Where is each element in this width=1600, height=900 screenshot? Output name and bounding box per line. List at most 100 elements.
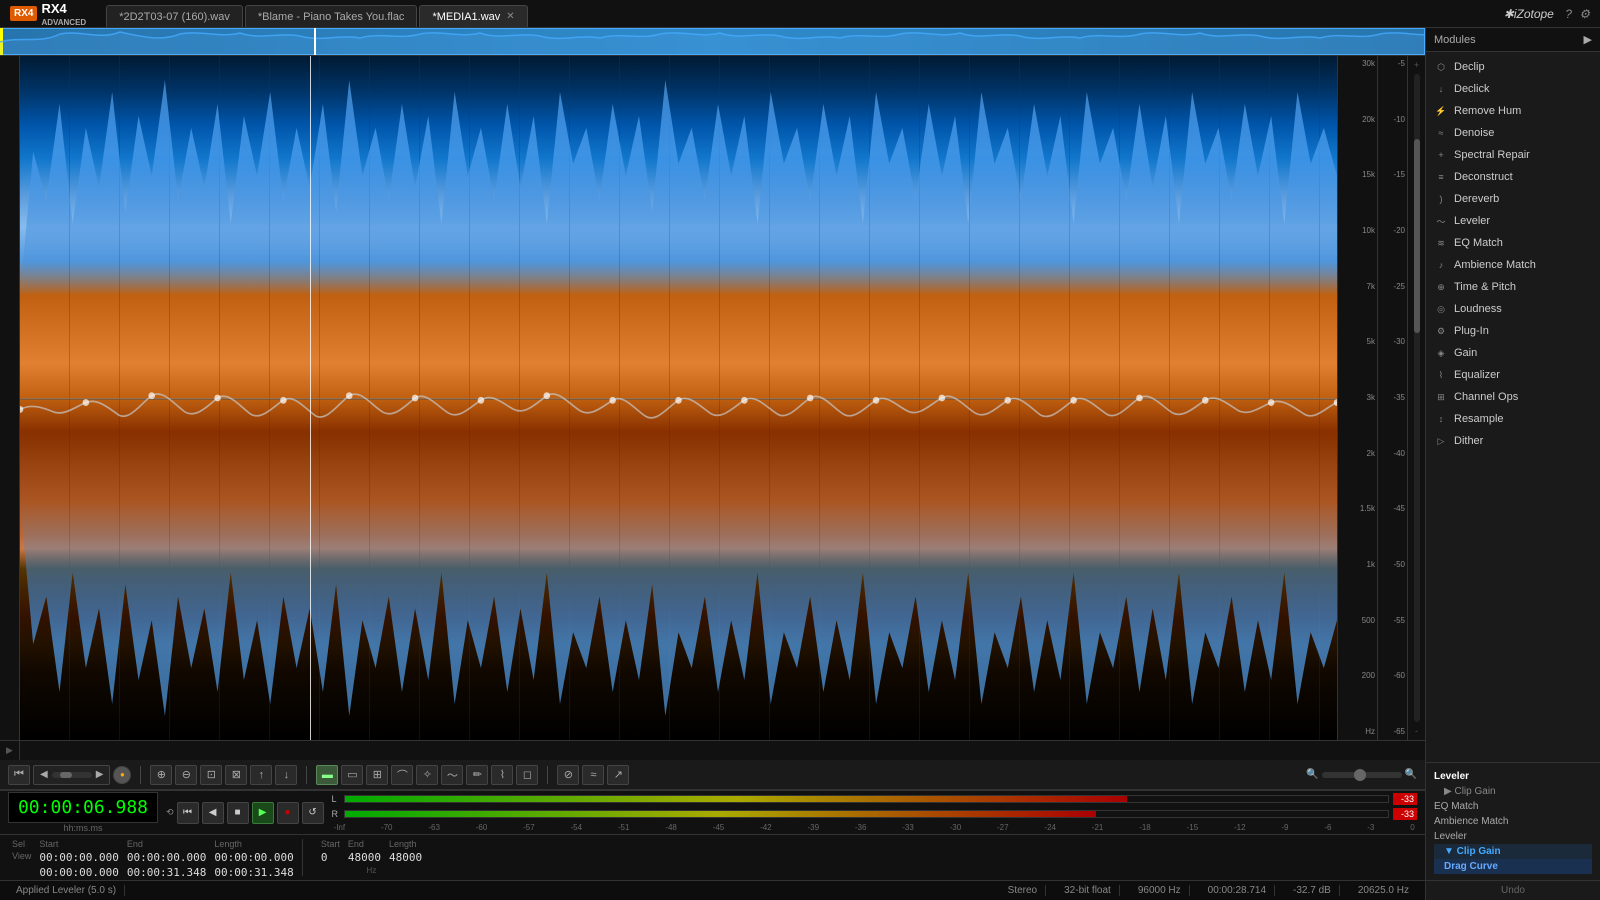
tab-3-close[interactable]: ✕ [506,11,514,22]
zoom-out-freq-toolbar[interactable]: ↓ [275,765,297,785]
spectrogram-main[interactable] [20,56,1337,740]
tabs-container: *2D2T03-07 (160).wav *Blame - Piano Take… [96,0,1600,27]
zoom-sel-btn[interactable]: ⊡ [200,765,222,785]
timeline-start-arrow: ▶ [0,741,20,760]
vu-l-bar [345,796,1128,802]
gain-icon: ◈ [1434,346,1448,360]
waveform-overview[interactable] [0,28,1425,56]
zoom-slider-thumb[interactable] [1354,769,1366,781]
skip-start-btn[interactable]: ⏮ [8,765,30,785]
ambience-match-label: Ambience Match [1454,259,1536,271]
lasso-btn[interactable]: ⌒ [391,765,413,785]
record-btn[interactable]: ● [277,802,299,824]
db-val-11: -55 [1380,617,1405,625]
module-equalizer[interactable]: ⌇ Equalizer [1426,364,1600,386]
zoom-out-freq-btn[interactable]: - [1415,726,1418,736]
settings-icon[interactable]: ⚙ [1579,7,1590,21]
module-loudness[interactable]: ◎ Loudness [1426,298,1600,320]
module-ambience-match[interactable]: ♪ Ambience Match [1426,254,1600,276]
module-channel-ops[interactable]: ⊞ Channel Ops [1426,386,1600,408]
play-btn[interactable]: ▶ [252,802,274,824]
module-eq-match[interactable]: ≋ EQ Match [1426,232,1600,254]
freq-scroll-track[interactable] [1414,74,1420,722]
vu-r-label: R [332,809,340,819]
remove-hum-label: Remove Hum [1454,105,1521,117]
zoom-slider-track[interactable] [1322,772,1402,778]
module-resample[interactable]: ↕ Resample [1426,408,1600,430]
module-leveler[interactable]: 〜 Leveler [1426,210,1600,232]
zoom-all-btn[interactable]: ⊠ [225,765,247,785]
harmonic-btn[interactable]: 〜 [441,765,463,785]
lower-eq-match[interactable]: EQ Match [1434,799,1592,814]
zoom-out-icon[interactable]: 🔍 [1306,769,1318,780]
gain-env-btn[interactable]: ≈ [582,765,604,785]
help-icon[interactable]: ? [1565,7,1572,21]
select-freq-btn[interactable]: ▭ [341,765,363,785]
scroll-bar-area[interactable]: ◀ ▶ [33,765,110,785]
module-dereverb[interactable]: ) Dereverb [1426,188,1600,210]
tab-3[interactable]: *MEDIA1.wav ✕ [419,5,527,27]
stop-btn[interactable]: ■ [227,802,249,824]
loop-btn[interactable]: ↺ [302,802,324,824]
module-declick[interactable]: ↓ Declick [1426,78,1600,100]
select-time-freq-btn[interactable]: ⊞ [366,765,388,785]
fade-btn[interactable]: ⊘ [557,765,579,785]
brush-btn[interactable]: ⌇ [491,765,513,785]
length-label: Length [214,839,293,849]
modules-list: ⬡ Declip ↓ Declick ⚡ Remove Hum ≈ Denois… [1426,52,1600,762]
spectral-repair-icon: + [1434,148,1448,162]
db-val-3: -15 [1380,171,1405,179]
module-gain[interactable]: ◈ Gain [1426,342,1600,364]
transport-buttons: ⟲ ⏮ ◀ ■ ▶ ● ↺ [166,802,324,824]
spectrogram-container[interactable]: 30k 20k 15k 10k 7k 5k 3k 2k 1.5k 1k 500 … [0,56,1425,740]
zoom-in-freq-toolbar[interactable]: ↑ [250,765,272,785]
module-denoise[interactable]: ≈ Denoise [1426,122,1600,144]
modules-expand-icon[interactable]: ▶ [1584,33,1592,46]
start-label: Start [39,839,118,849]
module-declip[interactable]: ⬡ Declip [1426,56,1600,78]
loudness-label: Loudness [1454,303,1502,315]
zoom-in-icon[interactable]: 🔍 [1405,769,1417,780]
h-scroll-track[interactable] [52,772,92,778]
tab-1[interactable]: *2D2T03-07 (160).wav [106,5,243,27]
sel-start-val: 00:00:00.000 [39,851,118,864]
zoom-in-time-btn[interactable]: ⊕ [150,765,172,785]
skip-back-btn[interactable]: ⏮ [177,802,199,824]
lower-clip-gain2[interactable]: ▼ Clip Gain [1434,844,1592,859]
lower-leveler2[interactable]: Leveler [1434,829,1592,844]
module-lower: Leveler ▶ Clip Gain EQ Match Ambience Ma… [1426,762,1600,880]
overview-waveform [0,28,1425,55]
hz-end-col: End 48000 [348,839,381,864]
lower-clip-gain-label: ▶ Clip Gain [1444,786,1496,797]
pencil-btn[interactable]: ✏ [466,765,488,785]
ambience-match-icon: ♪ [1434,258,1448,272]
lower-clip-gain[interactable]: ▶ Clip Gain [1434,784,1592,799]
magic-wand-btn[interactable]: ✧ [416,765,438,785]
sel-end-col: End 00:00:00.000 00:00:31.348 [127,839,206,879]
dither-icon: ▷ [1434,434,1448,448]
zoom-in-freq-btn[interactable]: + [1414,60,1419,70]
lower-drag-curve[interactable]: Drag Curve [1434,859,1592,874]
module-dither[interactable]: ▷ Dither [1426,430,1600,452]
vu-row-l: L -33 [332,793,1417,805]
select-time-btn[interactable]: ▬ [316,765,338,785]
module-remove-hum[interactable]: ⚡ Remove Hum [1426,100,1600,122]
module-time-pitch[interactable]: ⊕ Time & Pitch [1426,276,1600,298]
zoom-out-time-btn[interactable]: ⊖ [175,765,197,785]
module-spectral-repair[interactable]: + Spectral Repair [1426,144,1600,166]
vu-scale-15: -15 [1187,823,1199,832]
resample-label: Resample [1454,413,1504,425]
vu-scale-3: -3 [1367,823,1374,832]
tab-2[interactable]: *Blame - Piano Takes You.flac [245,5,418,27]
lower-leveler[interactable]: Leveler [1434,769,1592,784]
rewind-btn[interactable]: ◀ [202,802,224,824]
orange-marker-btn[interactable]: ● [113,766,131,784]
tab-1-label: *2D2T03-07 (160).wav [119,11,230,23]
eraser-btn[interactable]: ◻ [516,765,538,785]
lower-ambience-match[interactable]: Ambience Match [1434,814,1592,829]
vu-scale-30: -30 [950,823,962,832]
waveform-overlay-top [20,56,1337,295]
module-deconstruct[interactable]: ≡ Deconstruct [1426,166,1600,188]
pitch-env-btn[interactable]: ↗ [607,765,629,785]
module-plug-in[interactable]: ⚙ Plug-In [1426,320,1600,342]
